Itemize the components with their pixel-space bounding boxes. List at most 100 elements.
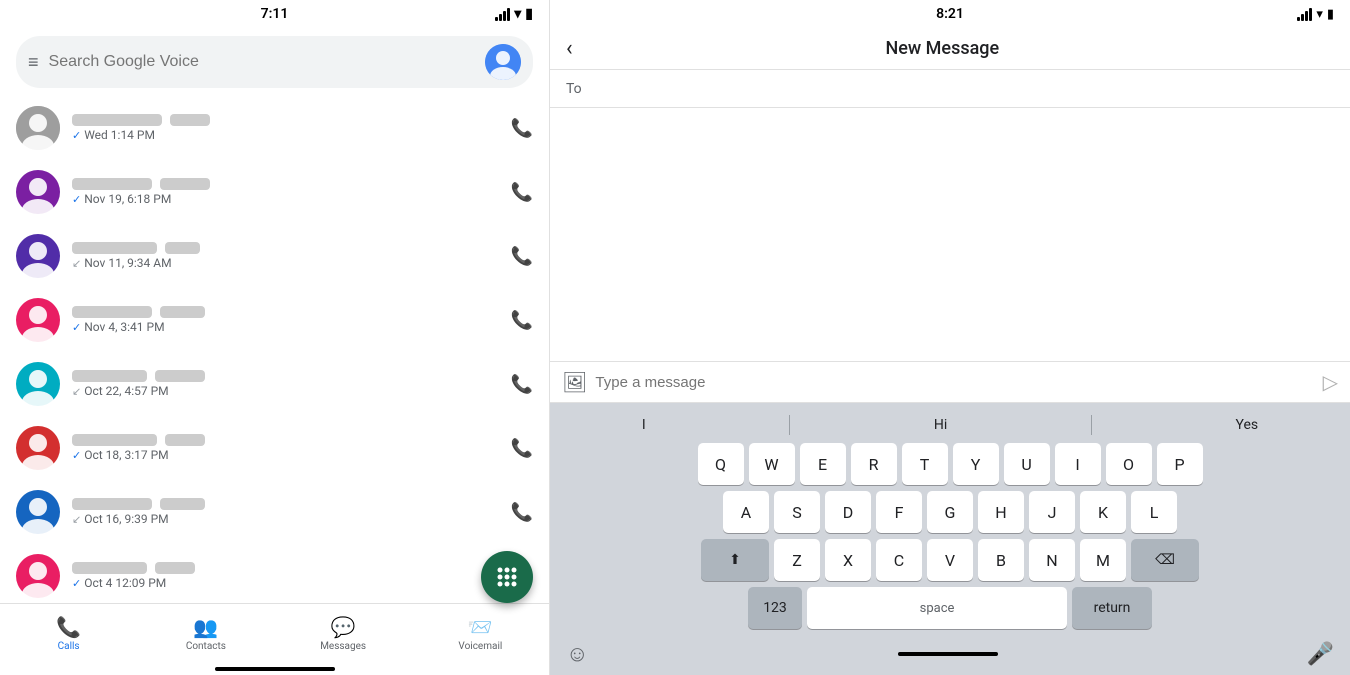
keyboard-bottom-row: ☺ 🎤 — [554, 635, 1346, 671]
search-input[interactable] — [49, 53, 475, 71]
contact-info: ✓ Wed 1:14 PM — [72, 114, 499, 142]
list-item[interactable]: ✓ Nov 4, 3:41 PM 📞 — [0, 288, 549, 352]
messages-icon: 💬 — [331, 615, 356, 639]
key-y[interactable]: Y — [953, 443, 999, 485]
avatar — [16, 426, 60, 470]
key-i[interactable]: I — [1055, 443, 1101, 485]
dialpad-fab[interactable] — [481, 551, 533, 603]
menu-icon[interactable]: ≡ — [28, 52, 39, 73]
contact-time: ✓ Wed 1:14 PM — [72, 128, 499, 142]
battery-icon: ▮ — [525, 6, 533, 22]
to-input[interactable] — [590, 80, 1334, 97]
phone-icon[interactable]: 📞 — [511, 118, 533, 139]
nav-calls[interactable]: 📞 Calls — [0, 615, 137, 652]
key-k[interactable]: K — [1080, 491, 1126, 533]
key-c[interactable]: C — [876, 539, 922, 581]
right-time: 8:21 — [936, 6, 964, 22]
list-item[interactable]: ✓ Wed 1:14 PM 📞 — [0, 96, 549, 160]
key-p[interactable]: P — [1157, 443, 1203, 485]
num-key[interactable]: 123 — [748, 587, 802, 629]
image-icon[interactable]: 🖼 — [562, 370, 587, 394]
phone-icon[interactable]: 📞 — [511, 246, 533, 267]
avatar — [16, 234, 60, 278]
shift-key[interactable]: ⬆ — [701, 539, 769, 581]
key-d[interactable]: D — [825, 491, 871, 533]
keyboard-row-1: Q W E R T Y U I O P — [554, 443, 1346, 485]
nav-contacts-label: Contacts — [186, 641, 226, 652]
message-input[interactable] — [595, 374, 1314, 391]
phone-icon[interactable]: 📞 — [511, 438, 533, 459]
avatar — [16, 554, 60, 598]
check-icon: ✓ — [72, 321, 81, 334]
list-item[interactable]: ✓ Oct 4 12:09 PM 📞 — [0, 544, 549, 603]
phone-icon[interactable]: 📞 — [511, 374, 533, 395]
key-l[interactable]: L — [1131, 491, 1177, 533]
key-a[interactable]: A — [723, 491, 769, 533]
suggestion-yes[interactable]: Yes — [1220, 413, 1275, 437]
suggestion-hi[interactable]: Hi — [918, 413, 963, 437]
check-icon: ↙ — [72, 513, 81, 526]
phone-icon[interactable]: 📞 — [511, 310, 533, 331]
battery-icon: ▮ — [1327, 7, 1334, 22]
avatar — [16, 362, 60, 406]
key-n[interactable]: N — [1029, 539, 1075, 581]
nav-messages-label: Messages — [320, 641, 366, 652]
key-b[interactable]: B — [978, 539, 1024, 581]
to-field: To — [550, 70, 1350, 108]
avatar — [16, 298, 60, 342]
key-h[interactable]: H — [978, 491, 1024, 533]
list-item[interactable]: ↙ Nov 11, 9:34 AM 📞 — [0, 224, 549, 288]
nav-contacts[interactable]: 👥 Contacts — [137, 615, 274, 652]
check-icon: ✓ — [72, 449, 81, 462]
nav-messages[interactable]: 💬 Messages — [275, 615, 412, 652]
key-t[interactable]: T — [902, 443, 948, 485]
home-indicator — [898, 652, 998, 656]
contact-time: ✓ Oct 4 12:09 PM — [72, 576, 499, 590]
space-key[interactable]: space — [807, 587, 1067, 629]
new-message-header: ‹ New Message — [550, 28, 1350, 70]
suggestion-i[interactable]: I — [626, 413, 662, 437]
search-bar[interactable]: ≡ — [16, 36, 533, 88]
avatar — [16, 106, 60, 150]
return-key[interactable]: return — [1072, 587, 1152, 629]
key-m[interactable]: M — [1080, 539, 1126, 581]
microphone-icon[interactable]: 🎤 — [1307, 642, 1334, 667]
avatar[interactable] — [485, 44, 521, 80]
list-item[interactable]: ↙ Oct 22, 4:57 PM 📞 — [0, 352, 549, 416]
key-v[interactable]: V — [927, 539, 973, 581]
to-label: To — [566, 81, 582, 97]
key-g[interactable]: G — [927, 491, 973, 533]
emoji-icon[interactable]: ☺ — [566, 641, 588, 667]
list-item[interactable]: ✓ Oct 18, 3:17 PM 📞 — [0, 416, 549, 480]
backspace-key[interactable]: ⌫ — [1131, 539, 1199, 581]
key-e[interactable]: E — [800, 443, 846, 485]
key-f[interactable]: F — [876, 491, 922, 533]
contact-info: ✓ Nov 4, 3:41 PM — [72, 306, 499, 334]
nav-voicemail[interactable]: 📨 Voicemail — [412, 615, 549, 652]
phone-icon[interactable]: 📞 — [511, 502, 533, 523]
message-body — [550, 108, 1350, 361]
send-button[interactable]: ▷ — [1323, 370, 1338, 394]
keyboard-row-3: ⬆ Z X C V B N M ⌫ — [554, 539, 1346, 581]
key-r[interactable]: R — [851, 443, 897, 485]
back-button[interactable]: ‹ — [566, 36, 573, 61]
key-x[interactable]: X — [825, 539, 871, 581]
list-item[interactable]: ↙ Oct 16, 9:39 PM 📞 — [0, 480, 549, 544]
key-z[interactable]: Z — [774, 539, 820, 581]
right-panel: 8:21 ▾ ▮ ‹ New Message To 🖼 ▷ — [550, 0, 1350, 675]
left-time: 7:11 — [261, 6, 289, 22]
contact-info: ↙ Oct 22, 4:57 PM — [72, 370, 499, 398]
contact-info: ↙ Oct 16, 9:39 PM — [72, 498, 499, 526]
key-w[interactable]: W — [749, 443, 795, 485]
key-q[interactable]: Q — [698, 443, 744, 485]
key-j[interactable]: J — [1029, 491, 1075, 533]
list-item[interactable]: ✓ Nov 19, 6:18 PM 📞 — [0, 160, 549, 224]
phone-icon[interactable]: 📞 — [511, 182, 533, 203]
key-s[interactable]: S — [774, 491, 820, 533]
keyboard-row-4: 123 space return — [554, 587, 1346, 629]
key-o[interactable]: O — [1106, 443, 1152, 485]
avatar — [16, 490, 60, 534]
key-u[interactable]: U — [1004, 443, 1050, 485]
status-bar-right: 8:21 ▾ ▮ — [550, 0, 1350, 28]
check-icon: ↙ — [72, 385, 81, 398]
